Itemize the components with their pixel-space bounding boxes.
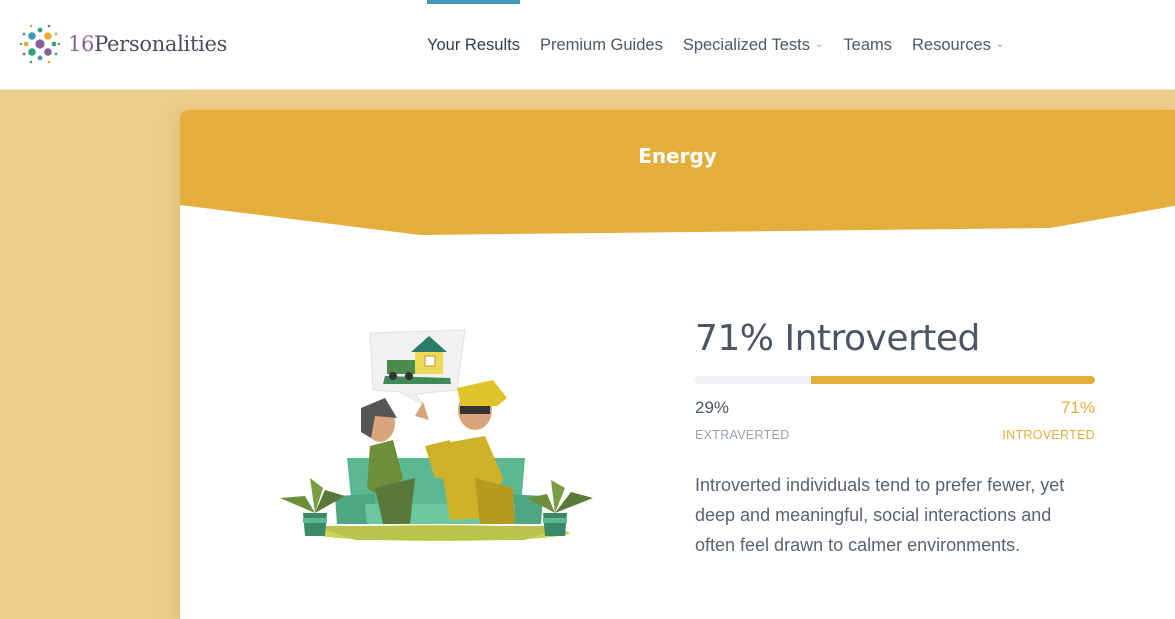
chevron-down-icon: ⌄ (995, 38, 1005, 50)
trait-title: Energy (638, 144, 717, 168)
trait-banner: Energy (180, 110, 1175, 240)
introverts-illustration (275, 328, 605, 543)
nav-your-results[interactable]: Your Results (427, 0, 520, 90)
nav-specialized-tests[interactable]: Specialized Tests ⌄ (683, 0, 824, 90)
logo-wordmark: 16Personalities (68, 32, 228, 56)
trait-bar[interactable] (695, 376, 1095, 384)
trait-description: Introverted individuals tend to prefer f… (695, 475, 1065, 555)
chevron-down-icon: ⌄ (815, 38, 824, 50)
nav-premium-guides[interactable]: Premium Guides (540, 0, 663, 90)
trait-result: 71% Introverted 29% 71% EXTRAVERTED INTR… (695, 318, 1095, 560)
extraverted-label: EXTRAVERTED (695, 428, 790, 442)
site-header: 16Personalities Your Results Premium Gui… (0, 0, 1175, 90)
trait-bar-fill (811, 376, 1095, 384)
main-nav: Your Results Premium Guides Specialized … (427, 0, 1024, 90)
introverted-label: INTROVERTED (1002, 428, 1095, 442)
site-logo[interactable]: 16Personalities (18, 22, 227, 66)
logo-icon (19, 24, 61, 64)
trait-card: Energy 71% Introverted 29% 71% EXTRAVERT… (180, 110, 1175, 619)
nav-teams[interactable]: Teams (843, 0, 892, 90)
introverted-percent: 71% (1060, 398, 1095, 417)
result-heading: 71% Introverted (695, 318, 980, 359)
nav-resources[interactable]: Resources ⌄ (912, 0, 1004, 90)
extraverted-percent: 29% (695, 398, 730, 417)
